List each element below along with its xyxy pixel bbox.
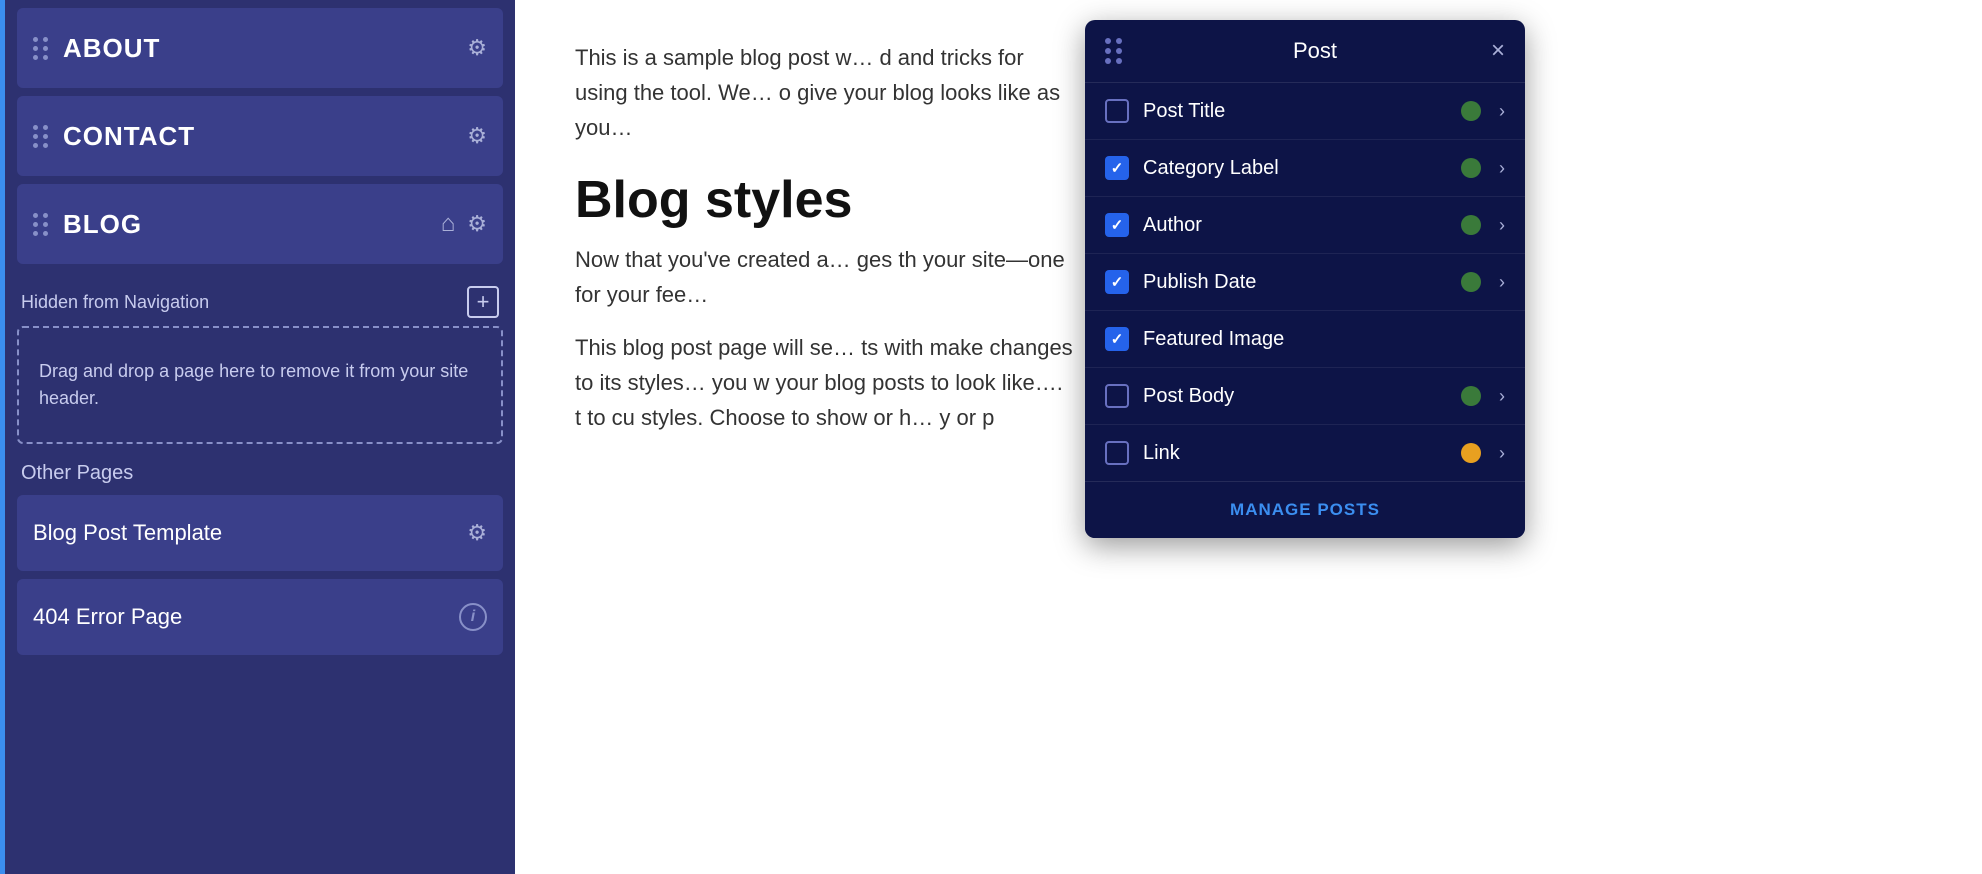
checkbox-featured-image[interactable]: ✓ (1105, 327, 1129, 351)
nav-icons-blog: ⌂ ⚙ (441, 210, 487, 238)
gear-icon-blog[interactable]: ⚙ (467, 211, 487, 237)
page-label-blog-post-template: Blog Post Template (33, 520, 453, 546)
manage-posts-button[interactable]: MANAGE POSTS (1085, 481, 1525, 538)
sidebar: ABOUT ⚙ CONTACT ⚙ BLOG ⌂ ⚙ Hidden from (5, 0, 515, 874)
post-panel: Post × Post Title › ✓ Category Label › ✓… (1085, 20, 1525, 538)
label-featured-image: Featured Image (1143, 328, 1505, 351)
checkmark-publish-date: ✓ (1111, 273, 1124, 291)
drop-zone: Drag and drop a page here to remove it f… (17, 326, 503, 444)
nav-label-about: ABOUT (63, 33, 453, 64)
sidebar-item-contact[interactable]: CONTACT ⚙ (17, 96, 503, 176)
home-icon-blog[interactable]: ⌂ (441, 210, 456, 238)
panel-item-post-body: Post Body › (1085, 368, 1525, 425)
label-post-title: Post Title (1143, 100, 1447, 123)
status-dot-author (1461, 215, 1481, 235)
blog-intro-text: This is a sample blog post w… d and tric… (575, 40, 1075, 146)
checkbox-category-label[interactable]: ✓ (1105, 156, 1129, 180)
panel-item-featured-image: ✓ Featured Image (1085, 311, 1525, 368)
status-dot-post-title (1461, 101, 1481, 121)
checkbox-link[interactable] (1105, 441, 1129, 465)
drag-handle-contact[interactable] (33, 125, 49, 148)
post-panel-title: Post (1139, 38, 1491, 64)
status-dot-link (1461, 443, 1481, 463)
checkbox-publish-date[interactable]: ✓ (1105, 270, 1129, 294)
chevron-category-label[interactable]: › (1495, 158, 1505, 179)
blog-body-text1: Now that you've created a… ges th your s… (575, 242, 1075, 312)
checkbox-post-body[interactable] (1105, 384, 1129, 408)
drag-handle-about[interactable] (33, 37, 49, 60)
status-dot-post-body (1461, 386, 1481, 406)
info-icon-404[interactable]: i (459, 603, 487, 631)
checkmark-featured-image: ✓ (1111, 330, 1124, 348)
drag-handle-blog[interactable] (33, 213, 49, 236)
label-publish-date: Publish Date (1143, 271, 1447, 294)
checkmark-category-label: ✓ (1111, 159, 1124, 177)
panel-item-post-title: Post Title › (1085, 83, 1525, 140)
panel-item-category-label: ✓ Category Label › (1085, 140, 1525, 197)
nav-icons-contact: ⚙ (467, 123, 487, 149)
hidden-nav-title: Hidden from Navigation (21, 292, 209, 313)
panel-item-publish-date: ✓ Publish Date › (1085, 254, 1525, 311)
panel-item-link: Link › (1085, 425, 1525, 481)
chevron-author[interactable]: › (1495, 215, 1505, 236)
nav-label-contact: CONTACT (63, 121, 453, 152)
label-category-label: Category Label (1143, 157, 1447, 180)
gear-icon-contact[interactable]: ⚙ (467, 123, 487, 149)
close-button[interactable]: × (1491, 39, 1505, 63)
checkbox-author[interactable]: ✓ (1105, 213, 1129, 237)
page-label-404-error-page: 404 Error Page (33, 604, 445, 630)
chevron-post-title[interactable]: › (1495, 101, 1505, 122)
hidden-nav-section: Hidden from Navigation + (17, 276, 503, 326)
panel-item-author: ✓ Author › (1085, 197, 1525, 254)
sidebar-item-blog[interactable]: BLOG ⌂ ⚙ (17, 184, 503, 264)
sidebar-item-blog-post-template[interactable]: Blog Post Template ⚙ (17, 495, 503, 571)
drop-zone-text: Drag and drop a page here to remove it f… (39, 361, 468, 408)
sidebar-item-about[interactable]: ABOUT ⚙ (17, 8, 503, 88)
label-author: Author (1143, 214, 1447, 237)
checkmark-author: ✓ (1111, 216, 1124, 234)
panel-drag-handle[interactable] (1105, 38, 1123, 64)
other-pages-header: Other Pages (17, 458, 503, 495)
nav-label-blog: BLOG (63, 209, 427, 240)
status-dot-category-label (1461, 158, 1481, 178)
chevron-link[interactable]: › (1495, 443, 1505, 464)
chevron-post-body[interactable]: › (1495, 386, 1505, 407)
checkbox-post-title[interactable] (1105, 99, 1129, 123)
chevron-publish-date[interactable]: › (1495, 272, 1505, 293)
main-content-area: This is a sample blog post w… d and tric… (515, 0, 1982, 874)
sidebar-item-404-error-page[interactable]: 404 Error Page i (17, 579, 503, 655)
nav-icons-about: ⚙ (467, 35, 487, 61)
label-post-body: Post Body (1143, 385, 1447, 408)
label-link: Link (1143, 442, 1447, 465)
status-dot-publish-date (1461, 272, 1481, 292)
gear-icon-blog-post-template[interactable]: ⚙ (467, 520, 487, 546)
gear-icon-about[interactable]: ⚙ (467, 35, 487, 61)
post-panel-header: Post × (1085, 20, 1525, 83)
add-hidden-nav-button[interactable]: + (467, 286, 499, 318)
blog-body-text2: This blog post page will se… ts with mak… (575, 330, 1075, 436)
